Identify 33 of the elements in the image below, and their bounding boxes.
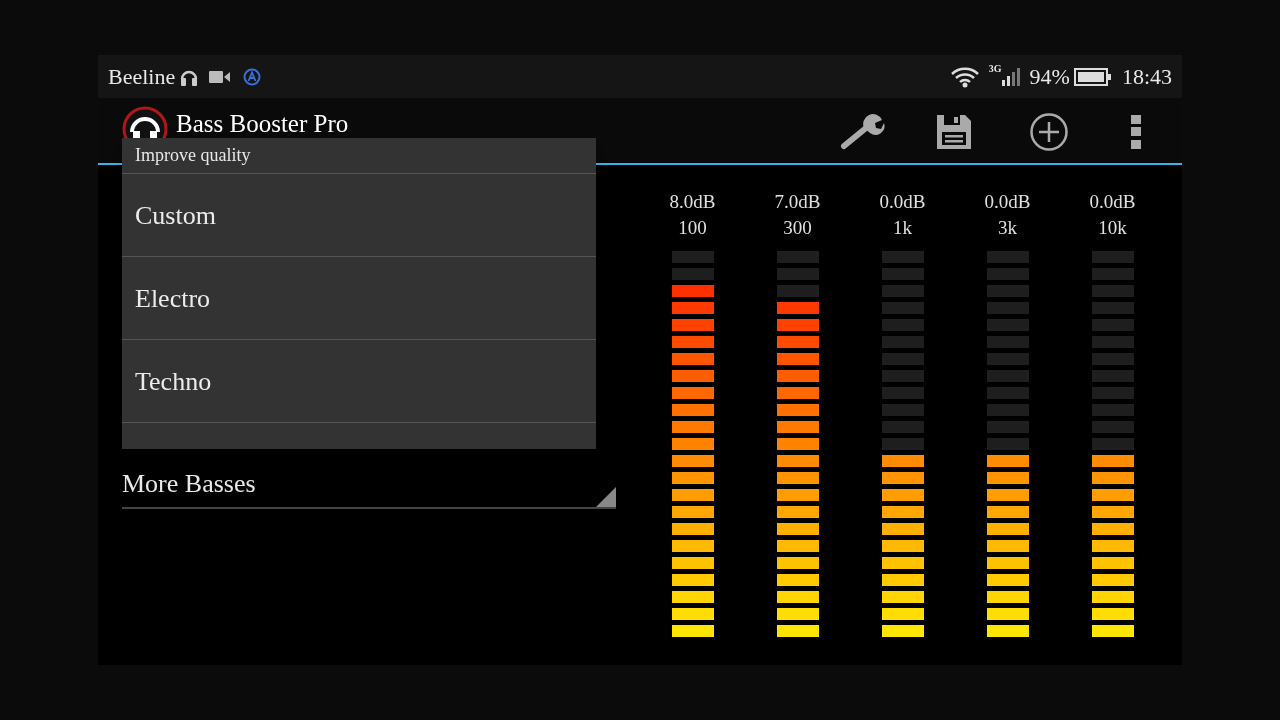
preset-dropdown[interactable]: More Basses: [122, 457, 616, 509]
circle-letter-icon: [243, 67, 262, 86]
video-camera-icon: [209, 69, 232, 84]
level-meter[interactable]: [1091, 251, 1134, 637]
carrier-name: Beeline: [108, 63, 176, 91]
plus-circle-icon: [1029, 112, 1069, 152]
battery-icon: [1073, 66, 1112, 87]
clock: 18:43: [1121, 63, 1172, 91]
vertical-dots-icon: [1130, 114, 1142, 150]
signal-icon: [1001, 66, 1020, 87]
level-meter[interactable]: [671, 251, 714, 637]
menu-item[interactable]: Custom: [122, 174, 596, 257]
level-meter[interactable]: [986, 251, 1029, 637]
level-meter[interactable]: [776, 251, 819, 637]
band-frequency: 10k: [1098, 216, 1127, 240]
menu-item[interactable]: Techno: [122, 340, 596, 423]
band-gain: 8.0dB: [669, 190, 716, 214]
band-frequency: 300: [783, 216, 812, 240]
menu-item[interactable]: Electro: [122, 257, 596, 340]
band-gain: 0.0dB: [1089, 190, 1136, 214]
menu-item[interactable]: Improve quality: [122, 138, 596, 174]
band-frequency: 100: [678, 216, 707, 240]
app-title: Bass Booster Pro: [176, 110, 349, 138]
network-type: 3G: [988, 62, 1002, 76]
battery-percent: 94%: [1029, 63, 1070, 91]
band-gain: 7.0dB: [774, 190, 821, 214]
level-meter[interactable]: [881, 251, 924, 637]
band-gain: 0.0dB: [984, 190, 1031, 214]
band-gain: 0.0dB: [879, 190, 926, 214]
band-frequency: 3k: [998, 216, 1017, 240]
band-frequency: 1k: [893, 216, 912, 240]
dropdown-corner-icon: [596, 487, 616, 507]
wrench-icon: [840, 114, 888, 150]
